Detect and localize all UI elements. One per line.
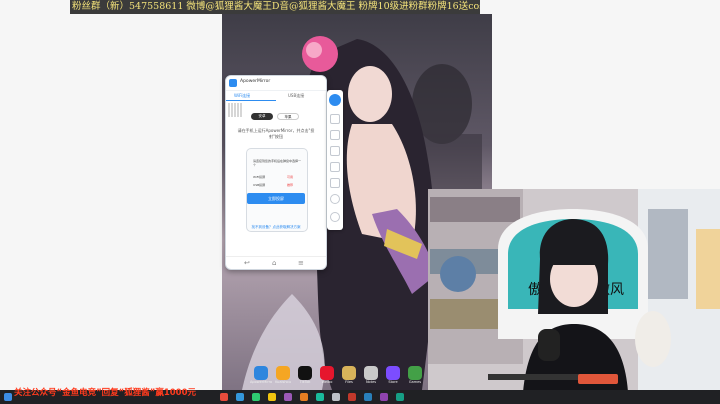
mirror-app-icon[interactable] — [254, 366, 268, 380]
app-titlebar: ApowerMirror — [226, 76, 326, 91]
user-avatar-icon[interactable] — [329, 94, 341, 106]
mini-row1-value: 可用 — [287, 175, 294, 179]
phone-nav-bar: ↩ ⌂ ≡ — [226, 256, 326, 269]
dock-label-1: Kuaishou — [275, 380, 291, 384]
taskbar-app-icon-7[interactable] — [316, 393, 324, 401]
taskbar-app-icon-5[interactable] — [284, 393, 292, 401]
tiktok-icon[interactable] — [298, 366, 312, 380]
record-icon[interactable] — [330, 146, 340, 156]
mini-row2-value: 推荐 — [287, 183, 294, 187]
active-tab-indicator — [226, 100, 276, 101]
apowermirror-logo-icon — [229, 79, 237, 87]
dock-label-4: Files — [345, 380, 353, 384]
taskbar-app-icon-2[interactable] — [236, 393, 244, 401]
webcam-overlay: 傲 傲风 — [428, 189, 720, 392]
taskbar-app-icon-12[interactable] — [396, 393, 404, 401]
dock-label-2: TikTok — [299, 380, 311, 384]
mini-row2-label: USB投屏 — [253, 183, 266, 187]
tab-usb[interactable]: USB连接 — [288, 93, 304, 99]
mirror-side-toolbar — [327, 90, 343, 230]
taskbar-app-icon-11[interactable] — [380, 393, 388, 401]
tab-wifi[interactable]: WiFi连接 — [234, 93, 250, 99]
start-mirror-button[interactable]: 立即投屏 — [247, 193, 305, 204]
android-button[interactable]: 安卓 — [251, 113, 273, 120]
folder-icon[interactable] — [342, 366, 356, 380]
taskbar-app-icon-1[interactable] — [220, 393, 228, 401]
taskbar-app-icon-3[interactable] — [252, 393, 260, 401]
dock-label-3: Weibo — [321, 380, 333, 384]
start-mirror-label: 立即投屏 — [268, 196, 284, 201]
kuaishou-icon[interactable] — [276, 366, 290, 380]
mini-phone-mock: 请连接到您的手机后在弹窗中选择一个 WiFi投屏 可用 USB投屏 推荐 — [246, 148, 308, 232]
start-menu-icon[interactable] — [4, 393, 12, 401]
connection-tabs: WiFi连接 USB连接 — [226, 91, 326, 101]
settings-icon[interactable] — [330, 194, 340, 204]
whiteboard-icon[interactable] — [330, 162, 340, 172]
rotate-icon[interactable] — [330, 178, 340, 188]
stream-banner: 粉丝群（新）547558611 微博@狐狸酱大魔王D音@狐狸酱大魔王 粉牌10级… — [70, 0, 480, 14]
taskbar-app-icon-8[interactable] — [332, 393, 340, 401]
desktop-dock: ApowerMirror Kuaishou TikTok Weibo Files… — [250, 364, 430, 386]
dock-label-0: ApowerMirror — [250, 380, 272, 384]
mini-dialog-text: 请连接到您的手机后在弹窗中选择一个 — [253, 159, 302, 167]
taskbar-app-icon-6[interactable] — [300, 393, 308, 401]
qr-code-icon — [228, 103, 242, 117]
notes-icon[interactable] — [364, 366, 378, 380]
home-icon[interactable]: ⌂ — [272, 259, 276, 267]
ios-button[interactable]: 苹果 — [277, 113, 299, 120]
taskbar-app-icon-4[interactable] — [268, 393, 276, 401]
weibo-icon[interactable] — [320, 366, 334, 380]
dock-label-7: Games — [408, 380, 422, 384]
store-icon[interactable] — [386, 366, 400, 380]
menu-icon[interactable]: ≡ — [298, 259, 304, 267]
instruction-text: 请在手机上运行ApowerMirror，并点击"投射"按钮 — [237, 128, 315, 139]
fullscreen-icon[interactable] — [330, 114, 340, 124]
android-button-label: 安卓 — [258, 114, 266, 118]
dock-label-5: Notes — [365, 380, 377, 384]
mini-row1-label: WiFi投屏 — [253, 175, 266, 179]
screenshot-icon[interactable] — [330, 130, 340, 140]
apowermirror-window: ApowerMirror WiFi连接 USB连接 安卓 苹果 请在手机上运行A… — [225, 75, 327, 270]
help-icon[interactable] — [330, 212, 340, 222]
ios-button-label: 苹果 — [284, 115, 292, 119]
taskbar-app-icon-10[interactable] — [364, 393, 372, 401]
dock-label-6: Store — [388, 380, 398, 384]
games-icon[interactable] — [408, 366, 422, 380]
promo-text: 关注公众号“金鱼电竞”回复“狐狸酱”赢1000元 — [14, 388, 197, 398]
webcam-scene: 傲 傲风 — [428, 189, 720, 392]
back-icon[interactable]: ↩ — [244, 259, 250, 267]
troubleshoot-link[interactable]: 找不到设备？点此获取解决方案 — [236, 225, 316, 230]
taskbar-app-icon-9[interactable] — [348, 393, 356, 401]
app-title: ApowerMirror — [240, 79, 271, 84]
